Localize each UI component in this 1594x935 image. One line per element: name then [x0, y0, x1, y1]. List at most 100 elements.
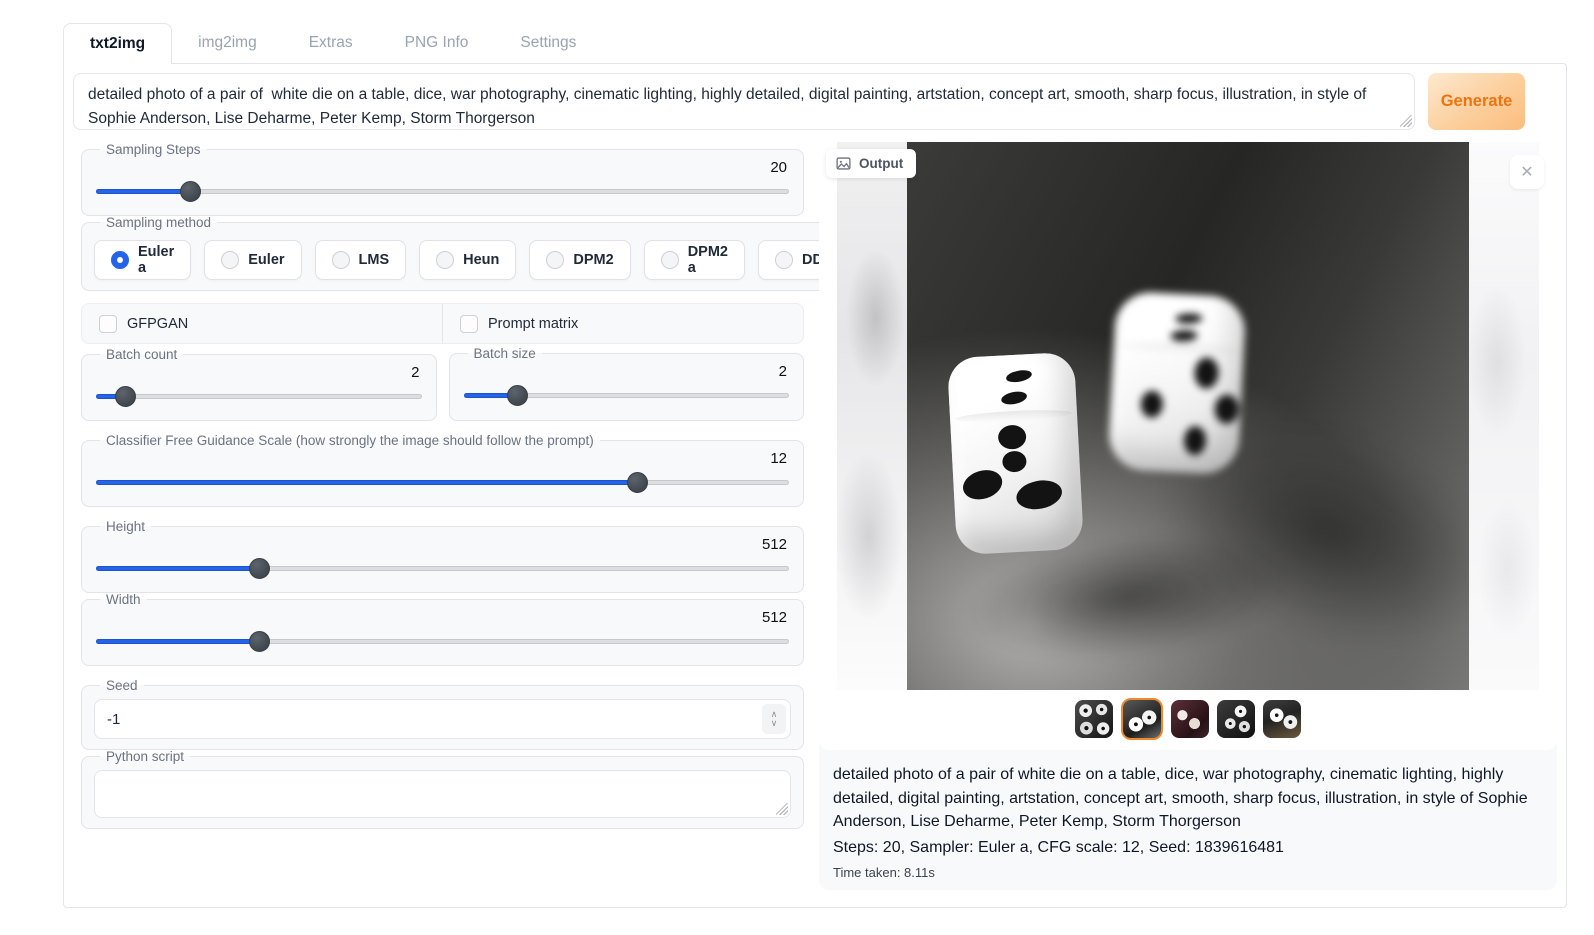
prompt-matrix-checkbox[interactable]: Prompt matrix: [442, 304, 803, 343]
generate-button[interactable]: Generate: [1428, 73, 1525, 130]
radio-icon: [661, 251, 679, 269]
radio-euler-a[interactable]: Euler a: [94, 240, 191, 280]
seed-stepper[interactable]: ∧∨: [762, 704, 786, 734]
gallery-thumbnail-1[interactable]: [1075, 700, 1113, 738]
tab-txt2img[interactable]: txt2img: [63, 23, 172, 64]
sampling-steps-slider[interactable]: [96, 181, 789, 203]
close-icon[interactable]: ✕: [1510, 155, 1544, 189]
gallery-thumbnails: [819, 690, 1557, 750]
image-icon: [836, 156, 851, 171]
slider-thumb[interactable]: [180, 181, 201, 202]
feature-toggles: GFPGAN Prompt matrix: [81, 303, 804, 344]
tab-img2img[interactable]: img2img: [172, 23, 283, 63]
checkbox-icon: [460, 315, 478, 333]
batch-size-label: Batch size: [468, 346, 542, 361]
radio-heun[interactable]: Heun: [419, 240, 516, 280]
die-right: [1107, 291, 1246, 476]
resize-handle-icon[interactable]: [1400, 115, 1412, 127]
radio-label: DPM2 a: [688, 244, 728, 276]
slider-thumb[interactable]: [507, 385, 528, 406]
batch-count-label: Batch count: [100, 347, 183, 362]
output-panel-label: Output: [826, 149, 916, 178]
radio-dpm2-a[interactable]: DPM2 a: [644, 240, 745, 280]
dice-photo: [907, 142, 1469, 690]
slider-track[interactable]: [96, 394, 422, 399]
settings-column: Sampling Steps 20 Sampling method Euler …: [81, 142, 804, 829]
python-script-input[interactable]: [94, 770, 791, 818]
prompt-row: detailed photo of a pair of white die on…: [73, 73, 1557, 130]
slider-thumb[interactable]: [249, 631, 270, 652]
radio-lms[interactable]: LMS: [315, 240, 407, 280]
radio-label: LMS: [359, 252, 390, 268]
radio-dpm2[interactable]: DPM2: [529, 240, 630, 280]
app-window: txt2img img2img Extras PNG Info Settings…: [63, 22, 1567, 908]
gfpgan-label: GFPGAN: [127, 316, 188, 332]
resize-handle-icon[interactable]: [776, 803, 788, 815]
gallery-edge-right: [1469, 142, 1539, 690]
prompt-matrix-label: Prompt matrix: [488, 316, 578, 332]
cfg-scale-group: Classifier Free Guidance Scale (how stro…: [81, 433, 804, 507]
batch-size-value: 2: [462, 363, 788, 381]
radio-icon: [332, 251, 350, 269]
output-label-text: Output: [859, 156, 903, 171]
batch-size-group: Batch size 2: [449, 346, 805, 421]
width-label: Width: [100, 592, 147, 607]
gallery-thumbnail-3[interactable]: [1171, 700, 1209, 738]
height-slider[interactable]: [96, 558, 789, 580]
width-group: Width 512: [81, 592, 804, 666]
batch-size-slider[interactable]: [464, 385, 790, 407]
tab-extras[interactable]: Extras: [283, 23, 379, 63]
slider-thumb[interactable]: [249, 558, 270, 579]
die-left: [947, 352, 1084, 555]
seed-label: Seed: [100, 678, 144, 693]
gallery-thumbnail-2-selected[interactable]: [1121, 698, 1163, 740]
python-script-label: Python script: [100, 749, 190, 764]
batch-count-slider[interactable]: [96, 386, 422, 408]
gallery-edge-left: [837, 142, 907, 690]
radio-icon: [546, 251, 564, 269]
gallery-thumbnail-5[interactable]: [1263, 700, 1301, 738]
sampling-method-label: Sampling method: [100, 215, 217, 230]
radio-label: Euler a: [138, 244, 174, 276]
tab-png-info[interactable]: PNG Info: [379, 23, 495, 63]
slider-fill: [96, 639, 259, 644]
radio-icon: [221, 251, 239, 269]
generated-image[interactable]: [819, 142, 1557, 690]
radio-label: Heun: [463, 252, 499, 268]
width-value: 512: [94, 609, 787, 627]
height-label: Height: [100, 519, 151, 534]
height-group: Height 512: [81, 519, 804, 593]
checkbox-icon: [99, 315, 117, 333]
cfg-scale-slider[interactable]: [96, 472, 789, 494]
radio-label: DPM2: [573, 252, 613, 268]
height-value: 512: [94, 536, 787, 554]
batch-count-value: 2: [94, 364, 420, 382]
tab-settings[interactable]: Settings: [494, 23, 602, 63]
radio-icon: [436, 251, 454, 269]
radio-euler[interactable]: Euler: [204, 240, 301, 280]
output-column: Output ✕: [819, 142, 1557, 890]
seed-input[interactable]: [94, 699, 791, 739]
width-slider[interactable]: [96, 631, 789, 653]
slider-fill: [96, 566, 259, 571]
slider-fill: [96, 480, 637, 485]
caption-params: Steps: 20, Sampler: Euler a, CFG scale: …: [833, 836, 1543, 860]
caption-time-taken: Time taken: 8.11s: [833, 863, 1543, 882]
batch-count-group: Batch count 2: [81, 347, 437, 421]
gallery-thumbnail-4[interactable]: [1217, 700, 1255, 738]
caption-prompt: detailed photo of a pair of white die on…: [833, 763, 1543, 834]
output-panel: Output ✕: [819, 142, 1557, 890]
slider-thumb[interactable]: [627, 472, 648, 493]
gfpgan-checkbox[interactable]: GFPGAN: [82, 304, 442, 343]
cfg-scale-value: 12: [94, 450, 787, 468]
python-script-group: Python script: [81, 749, 804, 829]
sampling-steps-label: Sampling Steps: [100, 142, 207, 157]
radio-label: Euler: [248, 252, 284, 268]
radio-selected-icon: [111, 251, 129, 269]
sampling-steps-value: 20: [94, 159, 787, 177]
slider-fill: [96, 189, 190, 194]
radio-icon: [775, 251, 793, 269]
generation-info: detailed photo of a pair of white die on…: [819, 750, 1557, 882]
prompt-input[interactable]: detailed photo of a pair of white die on…: [73, 73, 1415, 130]
slider-thumb[interactable]: [115, 386, 136, 407]
